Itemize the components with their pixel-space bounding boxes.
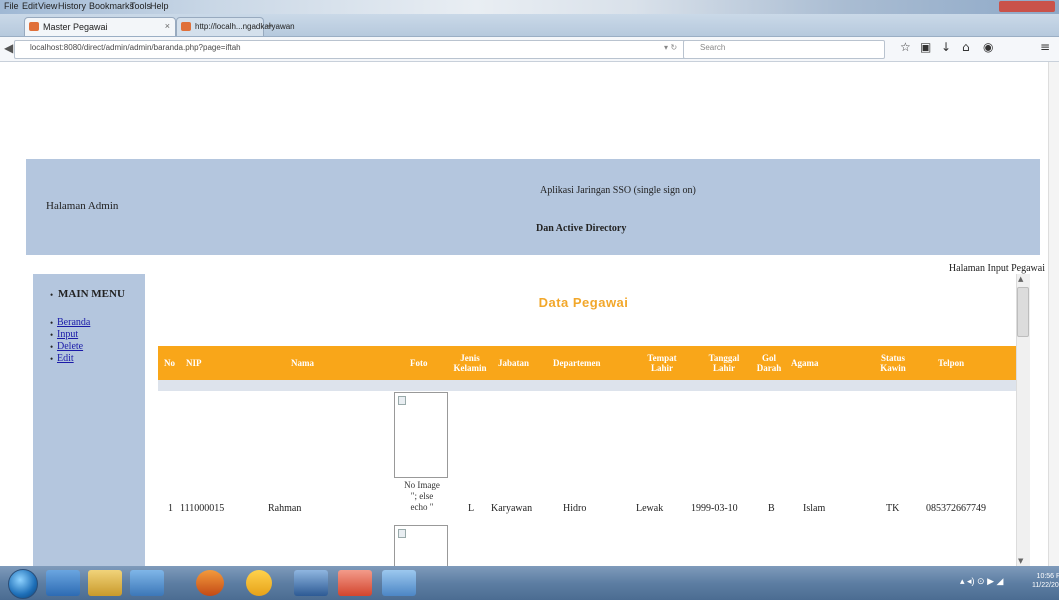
- download-icon[interactable]: ↓: [941, 40, 951, 54]
- menu-bar: File Edit View History Bookmarks Tools H…: [0, 0, 1059, 14]
- menu-edit[interactable]: Edit: [22, 1, 38, 11]
- cell-jabatan: Karyawan: [491, 503, 533, 514]
- start-button[interactable]: [8, 569, 38, 599]
- reload-icon[interactable]: ▾ ↻: [664, 43, 677, 52]
- cell-tempat-lahir: Lewak: [636, 503, 664, 514]
- menu-bookmarks[interactable]: Bookmarks: [89, 1, 134, 11]
- column-header-gol-darah: Gol Darah: [756, 353, 782, 373]
- column-header-jabatan: Jabatan: [498, 358, 530, 368]
- cell-nama: Rahman: [268, 503, 302, 514]
- taskbar-clock[interactable]: 10:56 PM 11/22/2015: [1032, 572, 1059, 590]
- cell-agama: Islam: [803, 503, 826, 514]
- cell-telpon: 085372667749: [926, 503, 986, 514]
- sidebar-item-edit[interactable]: Edit: [57, 353, 74, 364]
- cell-departemen: Hidro: [563, 503, 587, 514]
- scrollbar-thumb[interactable]: [1017, 287, 1029, 337]
- menu-history[interactable]: History: [58, 1, 86, 11]
- scroll-down-arrow-icon[interactable]: ▼: [1018, 557, 1023, 565]
- clock-time: 10:56 PM: [1036, 573, 1059, 580]
- bullet-icon: •: [50, 354, 54, 364]
- table-row: 1 111000015 Rahman L Karyawan Hidro Lewa…: [158, 391, 1016, 571]
- window-controls[interactable]: [999, 1, 1055, 12]
- menu-tools[interactable]: Tools: [130, 1, 151, 11]
- cell-tanggal-lahir: 1999-03-10: [691, 503, 738, 514]
- tab-bar: Master Pegawai × http://localh...ngadkar…: [0, 14, 1059, 37]
- column-header-jenis-kelamin: Jenis Kelamin: [453, 353, 487, 373]
- photo-alt-line: echo ": [410, 502, 434, 512]
- page-favicon-icon: [181, 22, 191, 31]
- cell-nip: 111000015: [180, 503, 225, 514]
- sublime-icon[interactable]: [294, 570, 328, 596]
- bullet-icon: •: [50, 318, 54, 328]
- app-subtitle: Dan Active Directory: [536, 223, 627, 234]
- cell-gol-darah: B: [768, 503, 775, 514]
- close-icon[interactable]: ×: [165, 21, 170, 31]
- page-header: [26, 159, 1040, 255]
- media-player-icon[interactable]: [130, 570, 164, 596]
- search-placeholder: Search: [700, 43, 726, 52]
- photo-alt-text: No Image "; else echo ": [394, 480, 450, 513]
- column-header-tanggal-lahir: Tanggal Lahir: [708, 353, 740, 373]
- photo-alt-line: "; else: [410, 491, 434, 501]
- tab-master-pegawai[interactable]: Master Pegawai ×: [24, 17, 176, 36]
- broken-image-icon: [398, 396, 406, 405]
- photo-alt-line: No Image: [404, 480, 440, 490]
- sidebar-item-input[interactable]: Input: [57, 329, 78, 340]
- xampp-icon[interactable]: [246, 570, 272, 596]
- bookmark-star-icon[interactable]: ☆: [900, 40, 911, 54]
- broken-image-icon: [398, 529, 406, 538]
- home-icon[interactable]: ⌂: [962, 40, 970, 54]
- tab-localhost[interactable]: http://localh...ngadkaryawan: [176, 17, 295, 36]
- admin-page-label: Halaman Admin: [46, 200, 119, 212]
- page-title: Data Pegawai: [538, 295, 629, 310]
- column-header-nama: Nama: [291, 358, 314, 368]
- page-favicon-icon: [29, 22, 39, 31]
- menu-view[interactable]: View: [38, 1, 57, 11]
- column-header-status-kawin: Status Kawin: [880, 353, 906, 373]
- sidebar-item-beranda[interactable]: Beranda: [57, 317, 90, 328]
- input-pegawai-label: Halaman Input Pegawai: [948, 263, 1045, 274]
- new-tab-button[interactable]: +: [266, 18, 274, 33]
- scroll-up-arrow-icon[interactable]: ▲: [1018, 275, 1023, 283]
- pocket-icon[interactable]: ◉: [983, 40, 993, 54]
- window-scrollbar[interactable]: [1048, 62, 1059, 566]
- column-header-nip: NIP: [186, 358, 202, 368]
- explorer-folder-icon[interactable]: [88, 570, 122, 596]
- tab-label: http://localh...ngadkaryawan: [195, 22, 295, 31]
- cell-no: 1: [168, 503, 173, 514]
- bullet-icon: •: [50, 342, 54, 352]
- app-icon[interactable]: [338, 570, 372, 596]
- tab-label: Master Pegawai: [43, 22, 108, 32]
- hamburger-menu-icon[interactable]: ≡: [1040, 40, 1050, 54]
- menu-file[interactable]: File: [4, 1, 19, 11]
- clock-date: 11/22/2015: [1032, 582, 1059, 589]
- app-title: Aplikasi Jaringan SSO (single sign on): [540, 185, 696, 196]
- column-header-telpon: Telpon: [938, 358, 965, 368]
- bullet-icon: •: [50, 330, 54, 340]
- photo-image-broken: [394, 392, 448, 478]
- sidebar-title: MAIN MENU: [58, 288, 125, 300]
- column-header-no: No: [164, 358, 175, 368]
- cell-jenis-kelamin: L: [468, 503, 475, 514]
- column-header-departemen: Departemen: [553, 358, 601, 368]
- column-header-agama: Agama: [791, 358, 819, 368]
- sidebar-item-delete[interactable]: Delete: [57, 341, 83, 352]
- bullet-icon: •: [50, 290, 54, 300]
- table-separator: [158, 380, 1016, 391]
- firefox-icon[interactable]: [196, 570, 224, 596]
- back-arrow-icon[interactable]: ◀: [4, 41, 13, 55]
- system-tray[interactable]: ▴ ◂) ⊙ ▶ ◢: [960, 576, 1003, 587]
- table-header: No NIP Nama Foto Jenis Kelamin Jabatan D…: [158, 346, 1016, 380]
- notepad-icon[interactable]: [382, 570, 416, 596]
- url-text[interactable]: localhost:8080/direct/admin/admin/barand…: [30, 43, 241, 52]
- ie-icon[interactable]: [46, 570, 80, 596]
- column-header-foto: Foto: [410, 358, 428, 368]
- cell-status-kawin: TK: [886, 503, 900, 514]
- reading-list-icon[interactable]: ▣: [920, 40, 931, 54]
- menu-help[interactable]: Help: [150, 1, 169, 11]
- column-header-tempat-lahir: Tempat Lahir: [647, 353, 677, 373]
